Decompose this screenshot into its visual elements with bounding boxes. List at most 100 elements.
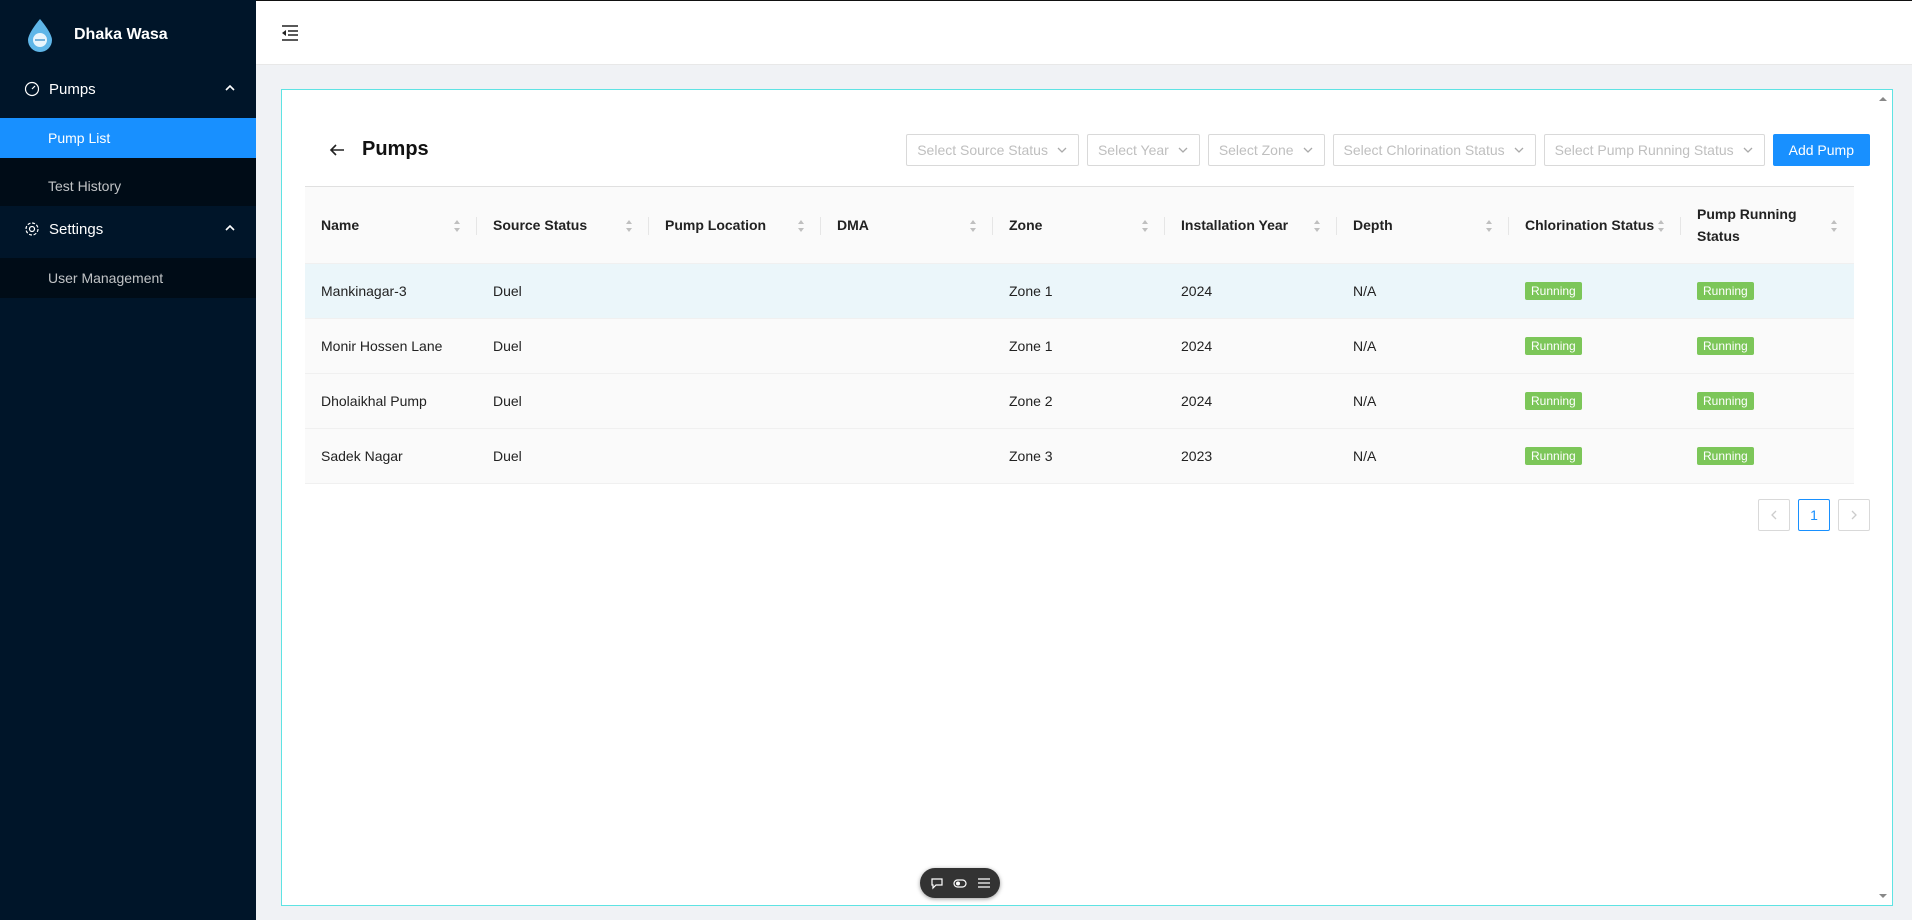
column-header-zone[interactable]: Zone (993, 186, 1165, 264)
column-header-pump-running-status[interactable]: Pump Running Status (1681, 186, 1854, 264)
select-placeholder: Select Year (1097, 142, 1169, 158)
cell-installation-year: 2023 (1165, 428, 1337, 484)
column-header-label: Pump Location (665, 217, 767, 233)
arrow-left-icon[interactable] (328, 141, 346, 159)
table-header-row: Name Source Status Pump Location DMA Zon… (305, 186, 1854, 264)
cell-dma (821, 318, 993, 374)
table-row[interactable]: Dholaikhal Pump Duel Zone 2 2024 N/A Run… (305, 373, 1854, 429)
cell-zone: Zone 1 (993, 318, 1165, 374)
cell-zone: Zone 2 (993, 373, 1165, 429)
cell-depth: N/A (1337, 263, 1509, 319)
status-badge: Running (1697, 282, 1754, 300)
select-placeholder: Select Zone (1218, 142, 1294, 158)
menu-group-settings[interactable]: Settings (0, 210, 256, 248)
select-year[interactable]: Select Year (1086, 134, 1200, 166)
column-header-name[interactable]: Name (305, 186, 477, 264)
column-header-pump-location[interactable]: Pump Location (649, 186, 821, 264)
cell-depth: N/A (1337, 373, 1509, 429)
chevron-left-icon (1771, 510, 1777, 520)
chevron-down-icon (1057, 147, 1067, 153)
cell-chlorination-status: Running (1509, 318, 1681, 374)
menu-fold-icon[interactable] (280, 23, 300, 43)
table-row[interactable]: Sadek Nagar Duel Zone 3 2023 N/A Running… (305, 428, 1854, 484)
cell-chlorination-status: Running (1509, 373, 1681, 429)
scroll-up-arrow-icon[interactable] (1878, 94, 1888, 104)
chevron-right-icon (1851, 510, 1857, 520)
filter-bar: Select Source Status Select Year Select … (906, 134, 1870, 166)
cell-chlorination-status: Running (1509, 428, 1681, 484)
column-header-label: Source Status (493, 217, 588, 233)
content-card: Pumps Select Source Status Select Year S… (281, 89, 1893, 906)
column-header-source-status[interactable]: Source Status (477, 186, 649, 264)
select-zone[interactable]: Select Zone (1207, 134, 1325, 166)
page-header: Pumps (328, 138, 429, 161)
cell-name: Dholaikhal Pump (305, 373, 477, 429)
pagination-next-button[interactable] (1838, 499, 1870, 531)
chevron-down-icon (1743, 147, 1753, 153)
status-badge: Running (1697, 447, 1754, 465)
table-row[interactable]: Mankinagar-3 Duel Zone 1 2024 N/A Runnin… (305, 263, 1854, 319)
column-header-label: Depth (1353, 217, 1393, 233)
cell-dma (821, 373, 993, 429)
column-header-installation-year[interactable]: Installation Year (1165, 186, 1337, 264)
status-badge: Running (1525, 282, 1582, 300)
water-drop-logo-icon (28, 19, 52, 52)
cell-zone: Zone 3 (993, 428, 1165, 484)
cell-installation-year: 2024 (1165, 373, 1337, 429)
submenu-settings: User Management (0, 258, 256, 298)
column-header-chlorination-status[interactable]: Chlorination Status (1509, 186, 1681, 264)
column-header-depth[interactable]: Depth (1337, 186, 1509, 264)
cell-pump-location (649, 263, 821, 319)
add-pump-button[interactable]: Add Pump (1772, 134, 1870, 166)
chevron-up-icon (225, 84, 235, 91)
select-placeholder: Select Chlorination Status (1343, 142, 1505, 158)
scroll-down-arrow-icon[interactable] (1878, 891, 1888, 901)
cell-source-status: Duel (477, 428, 649, 484)
cell-pump-running-status: Running (1681, 318, 1854, 374)
cell-dma (821, 263, 993, 319)
sidebar-item-test-history[interactable]: Test History (0, 166, 256, 206)
column-header-dma[interactable]: DMA (821, 186, 993, 264)
select-source-status[interactable]: Select Source Status (906, 134, 1079, 166)
status-badge: Running (1697, 337, 1754, 355)
cell-name: Mankinagar-3 (305, 263, 477, 319)
cell-pump-location (649, 373, 821, 429)
sort-icon (1658, 220, 1664, 232)
pagination: 1 (1750, 499, 1870, 531)
sort-icon (1314, 220, 1320, 232)
column-header-label: Zone (1009, 217, 1043, 233)
pumps-table: Name Source Status Pump Location DMA Zon… (305, 186, 1854, 484)
cell-pump-running-status: Running (1681, 263, 1854, 319)
select-placeholder: Select Pump Running Status (1554, 142, 1734, 158)
select-chlorination-status[interactable]: Select Chlorination Status (1332, 134, 1536, 166)
pagination-page-button[interactable]: 1 (1798, 499, 1830, 531)
dashboard-icon (24, 81, 40, 97)
brand[interactable]: Dhaka Wasa (0, 0, 256, 70)
select-pump-running-status[interactable]: Select Pump Running Status (1543, 134, 1765, 166)
table-row[interactable]: Monir Hossen Lane Duel Zone 1 2024 N/A R… (305, 318, 1854, 374)
gear-icon (25, 222, 39, 236)
status-badge: Running (1525, 337, 1582, 355)
sort-icon (1142, 220, 1148, 232)
column-header-label: Name (321, 217, 360, 233)
sort-icon (1486, 220, 1492, 232)
cell-zone: Zone 1 (993, 263, 1165, 319)
submenu-pumps: Pump List Test History (0, 118, 256, 206)
cell-pump-location (649, 318, 821, 374)
chat-bubble-icon[interactable] (930, 876, 944, 890)
list-settings-icon[interactable] (977, 876, 991, 890)
sidebar-item-user-management[interactable]: User Management (0, 258, 256, 298)
status-badge: Running (1525, 392, 1582, 410)
cell-source-status: Duel (477, 373, 649, 429)
floating-toolbar (920, 868, 1000, 898)
chevron-down-icon (1303, 147, 1312, 153)
chevron-down-icon (1514, 147, 1524, 153)
pagination-prev-button[interactable] (1758, 499, 1790, 531)
cell-pump-location (649, 428, 821, 484)
sort-icon (798, 220, 804, 232)
cell-dma (821, 428, 993, 484)
toggle-icon[interactable] (953, 876, 967, 890)
chevron-up-icon (225, 224, 235, 231)
menu-group-pumps[interactable]: Pumps (0, 70, 256, 108)
sidebar-item-pump-list[interactable]: Pump List (0, 118, 256, 158)
